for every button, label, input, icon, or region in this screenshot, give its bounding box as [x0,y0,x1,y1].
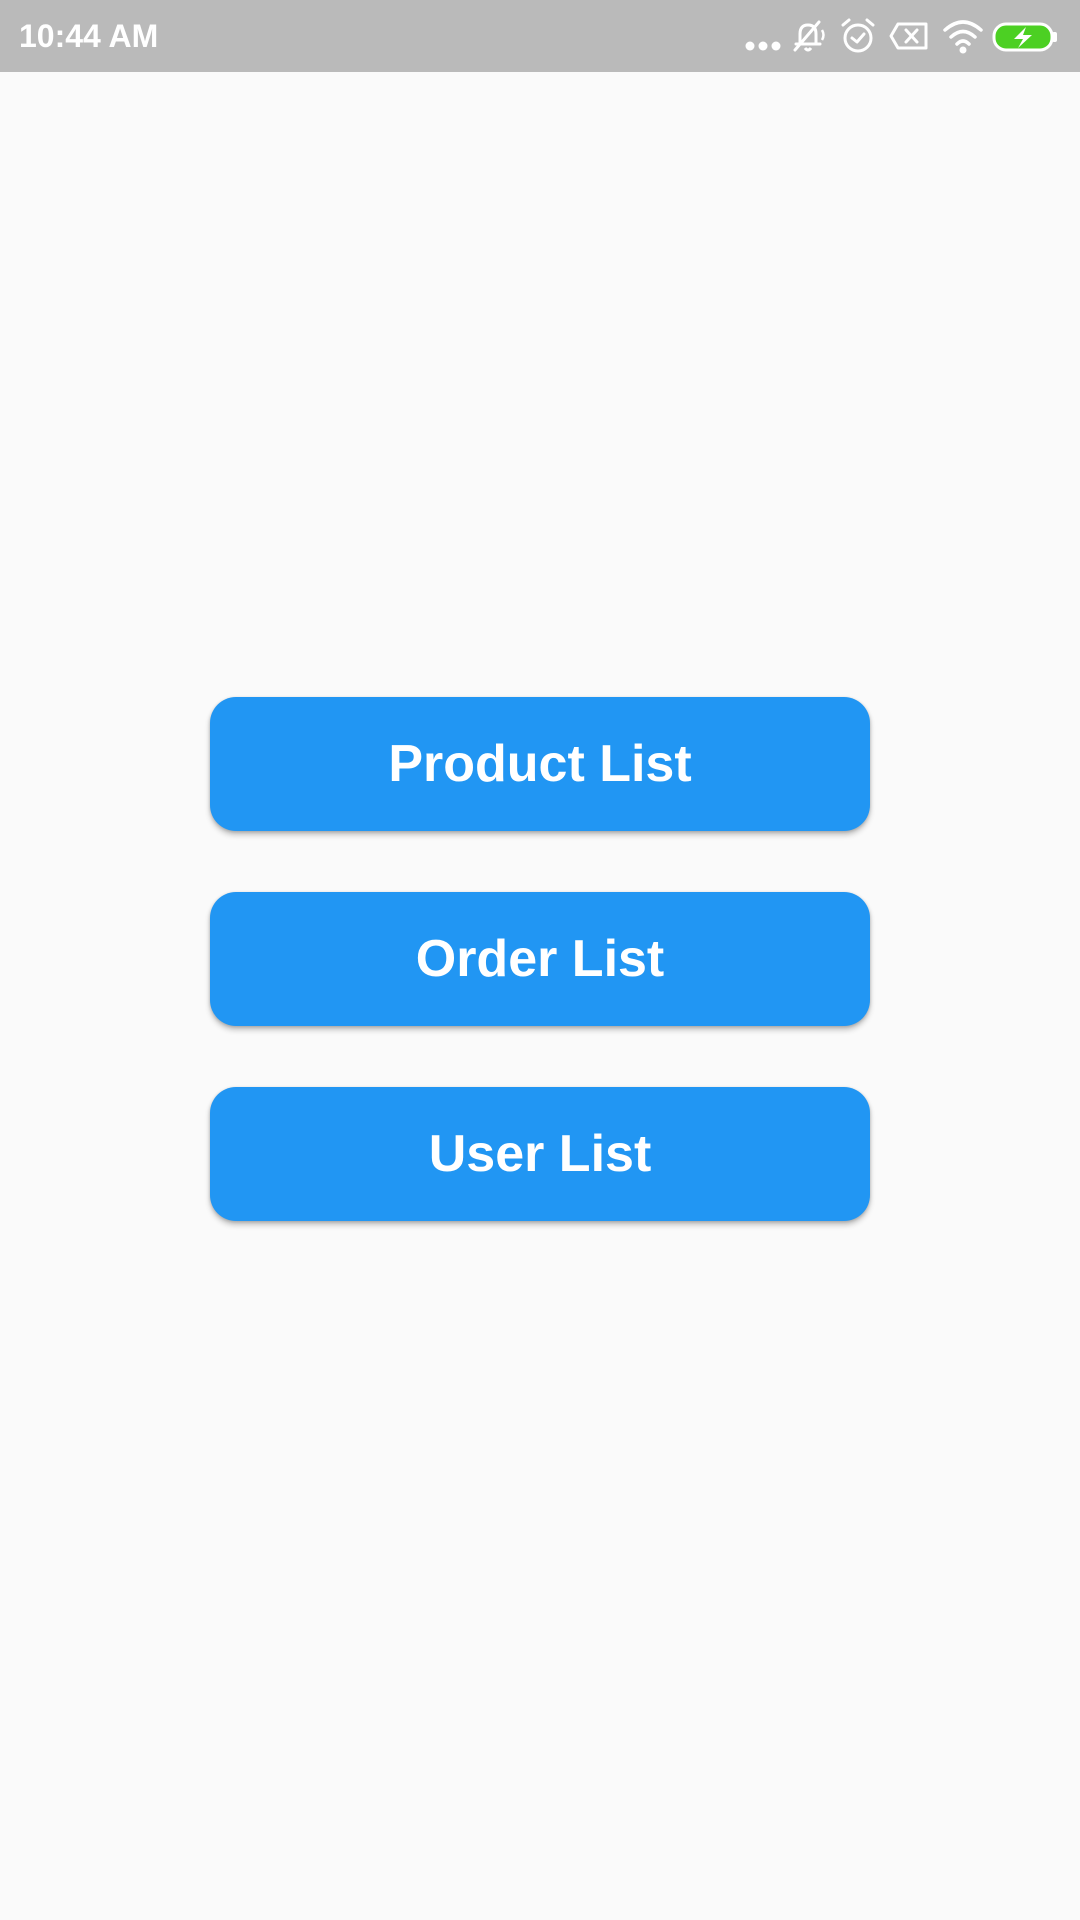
sim-card-x-icon [889,22,928,50]
status-bar: 10:44 AM [0,0,1080,72]
battery-charging-icon [992,22,1057,52]
product-list-button[interactable]: Product List [210,697,870,831]
status-time: 10:44 AM [19,18,159,54]
user-list-button[interactable]: User List [210,1087,870,1221]
more-dots-icon [745,41,781,51]
alarm-icon [841,18,875,53]
notifications-off-icon [793,20,825,52]
wifi-icon [943,20,983,54]
main-content: Product List Order List User List [0,72,1080,1920]
order-list-button[interactable]: Order List [210,892,870,1026]
status-icons [744,16,1064,56]
